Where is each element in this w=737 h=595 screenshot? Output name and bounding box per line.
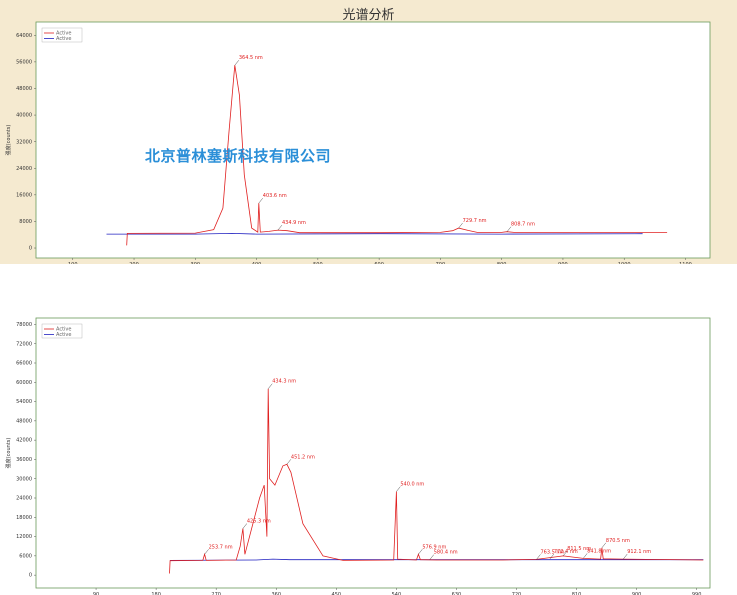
y-tick-label: 66000	[16, 361, 32, 367]
y-tick-label: 36000	[16, 457, 32, 463]
y-tick-label: 24000	[16, 166, 32, 172]
y-axis-label: 强度(counts)	[5, 125, 12, 156]
legend-label: Active	[56, 36, 71, 42]
peak-label: 253.7 nm	[209, 544, 233, 550]
peak-label: 425.3 nm	[247, 519, 271, 525]
watermark-text: 北京普林塞斯科技有限公司	[145, 147, 332, 165]
plot-area	[35, 21, 711, 259]
x-tick-label: 800	[497, 262, 507, 264]
y-tick-label: 0	[29, 246, 32, 252]
peak-label: 580.4 nm	[434, 550, 458, 556]
x-tick-label: 1100	[679, 262, 692, 264]
spectrum-chart-1: 0 8000 16000 24000 32000 40000 48000 56000 64000…	[5, 21, 711, 264]
y-tick-label: 8000	[19, 219, 32, 225]
peak-label: 451.2 nm	[291, 454, 315, 460]
y-tick-label: 64000	[16, 33, 32, 39]
y-tick-label: 56000	[16, 59, 32, 65]
peak-label: 364.5 nm	[239, 55, 263, 61]
peak-label: 540.0 nm	[400, 482, 424, 488]
y-tick-label: 72000	[16, 341, 32, 347]
x-tick-label: 400	[252, 262, 262, 264]
peak-label: 912.1 nm	[627, 549, 651, 555]
peak-label: 808.7 nm	[511, 222, 535, 228]
peak-label: 729.7 nm	[463, 218, 487, 224]
y-tick-label: 32000	[16, 139, 32, 145]
x-tick-label: 500	[313, 262, 323, 264]
spectrum-chart-2: 0 6000 12000 18000 24000 30000 36000 42000 48000…	[5, 317, 711, 595]
peak-label: 870.5 nm	[606, 538, 630, 544]
y-tick-label: 30000	[16, 476, 32, 482]
y-tick-label: 6000	[19, 553, 32, 559]
y-tick-label: 18000	[16, 515, 32, 521]
y-tick-label: 54000	[16, 399, 32, 405]
y-tick-label: 60000	[16, 380, 32, 386]
x-tick-label: 700	[436, 262, 446, 264]
y-tick-label: 48000	[16, 418, 32, 424]
peak-label: 434.9 nm	[282, 220, 306, 226]
peak-label: 403.6 nm	[263, 193, 287, 199]
legend-label: Active	[56, 332, 71, 338]
x-tick-label: 1000	[618, 262, 631, 264]
x-tick-label: 900	[558, 262, 568, 264]
spectrum-panel-1: 光谱分析 0 8000 16000 24000 32000 40000 48000 56000…	[0, 0, 737, 264]
y-tick-label: 16000	[16, 192, 32, 198]
y-tick-label: 78000	[16, 322, 32, 328]
x-tick-label: 600	[374, 262, 384, 264]
y-tick-label: 42000	[16, 438, 32, 444]
x-tick-label: 100	[68, 262, 78, 264]
y-tick-label: 0	[29, 573, 32, 579]
y-axis-label: 强度(counts)	[5, 438, 12, 469]
peak-label: 841.8 nm	[587, 548, 611, 554]
y-tick-label: 40000	[16, 113, 32, 119]
peak-label: 434.3 nm	[272, 379, 296, 385]
spectrum-panel-2: 0 6000 12000 18000 24000 30000 36000 42000 48000…	[0, 296, 737, 595]
y-tick-label: 24000	[16, 496, 32, 502]
x-tick-label: 200	[129, 262, 139, 264]
y-tick-label: 48000	[16, 86, 32, 92]
y-tick-label: 12000	[16, 534, 32, 540]
x-tick-label: 300	[191, 262, 201, 264]
